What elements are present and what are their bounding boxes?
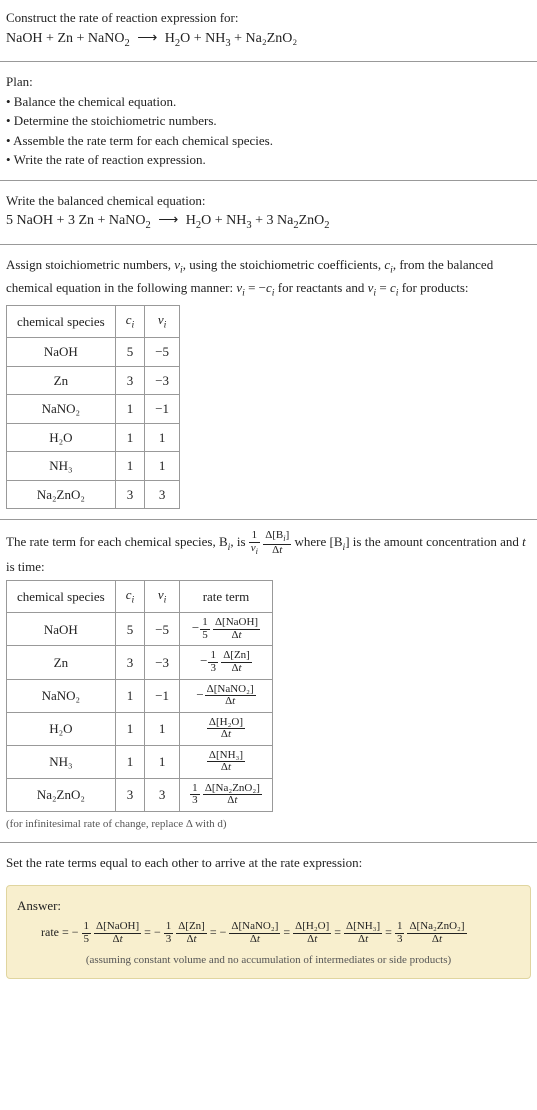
- plan-item: • Determine the stoichiometric numbers.: [6, 111, 531, 131]
- table-row: NaOH5−5−15 Δ[NaOH]Δt: [7, 613, 273, 646]
- cell-species: NH₃: [7, 745, 116, 778]
- cell-species: NaNO₂: [7, 679, 116, 712]
- table-row: NH₃11Δ[NH₃]Δt: [7, 745, 273, 778]
- table-row: H₂O11Δ[H₂O]Δt: [7, 712, 273, 745]
- frac-1-nu: 1νi: [249, 530, 260, 556]
- table-row: Na₂ZnO₂33: [7, 480, 180, 509]
- fraction: Δ[NaNO₂]Δt: [205, 684, 256, 708]
- stoich-intro: Assign stoichiometric numbers, νi, using…: [6, 255, 531, 301]
- stoich-table: chemical species ci νi NaOH5−5 Zn3−3 NaN…: [6, 305, 180, 509]
- table-header-row: chemical species ci νi: [7, 306, 180, 338]
- cell-vi: −1: [145, 679, 180, 712]
- fraction: Δ[Na₂ZnO₂]Δt: [203, 783, 262, 807]
- divider: [0, 244, 537, 245]
- table-row: NaNO₂1−1: [7, 395, 180, 424]
- fraction: Δ[NH₃]Δt: [344, 921, 382, 945]
- table-row: Zn3−3: [7, 366, 180, 395]
- col-ci: ci: [115, 306, 145, 338]
- cell-ci: 1: [115, 745, 145, 778]
- cell-ci: 1: [115, 679, 145, 712]
- divider: [0, 180, 537, 181]
- cell-species: H₂O: [7, 712, 116, 745]
- table-row: Zn3−3−13 Δ[Zn]Δt: [7, 646, 273, 679]
- plan-item: • Assemble the rate term for each chemic…: [6, 131, 531, 151]
- divider: [0, 61, 537, 62]
- cell-vi: 1: [145, 745, 180, 778]
- final-section: Set the rate terms equal to each other t…: [0, 845, 537, 881]
- fraction: Δ[Zn]Δt: [221, 650, 252, 674]
- arrow-icon: ⟶: [158, 210, 178, 231]
- table-row: NaOH5−5: [7, 338, 180, 367]
- plan-section: Plan: • Balance the chemical equation. •…: [0, 64, 537, 178]
- fraction: Δ[NaOH]Δt: [94, 921, 141, 945]
- fraction: 13: [190, 783, 200, 807]
- fraction: Δ[Na₂ZnO₂]Δt: [407, 921, 466, 945]
- fraction: 15: [82, 921, 92, 945]
- cell-vi: −3: [145, 646, 180, 679]
- answer-label: Answer:: [17, 896, 520, 916]
- cell-ci: 5: [115, 613, 145, 646]
- rate-intro: The rate term for each chemical species,…: [6, 530, 531, 576]
- fraction: Δ[NaOH]Δt: [213, 617, 260, 641]
- fraction: 13: [164, 921, 174, 945]
- cell-vi: 1: [145, 712, 180, 745]
- table-row: NH₃11: [7, 452, 180, 481]
- rate-expression: rate = − 15 Δ[NaOH]Δt = − 13 Δ[Zn]Δt = −…: [17, 921, 520, 945]
- balanced-section: Write the balanced chemical equation: 5 …: [0, 183, 537, 242]
- rate-section: The rate term for each chemical species,…: [0, 522, 537, 840]
- rate-table: chemical species ci νi rate term NaOH5−5…: [6, 580, 273, 812]
- col-vi: νi: [145, 306, 180, 338]
- cell-vi: 3: [145, 778, 180, 811]
- balanced-equation: 5 NaOH + 3 Zn + NaNO2 ⟶ H2O + NH3 + 3 Na…: [6, 210, 531, 234]
- eq-sub: 2: [124, 37, 129, 48]
- plan-title: Plan:: [6, 72, 531, 92]
- arrow-icon: ⟶: [137, 28, 157, 49]
- final-prompt: Set the rate terms equal to each other t…: [6, 853, 531, 873]
- plan-item: • Write the rate of reaction expression.: [6, 150, 531, 170]
- divider: [0, 842, 537, 843]
- eq-rhs: H2O + NH3 + Na₂ZnO₂: [165, 31, 298, 46]
- frac-dB-dt: Δ[Bi]Δt: [263, 530, 291, 556]
- answer-box: Answer: rate = − 15 Δ[NaOH]Δt = − 13 Δ[Z…: [6, 885, 531, 979]
- cell-rate-term: Δ[H₂O]Δt: [180, 712, 273, 745]
- cell-rate-term: −13 Δ[Zn]Δt: [180, 646, 273, 679]
- prompt-section: Construct the rate of reaction expressio…: [0, 0, 537, 59]
- cell-rate-term: −Δ[NaNO₂]Δt: [180, 679, 273, 712]
- unbalanced-equation: NaOH + Zn + NaNO2 ⟶ H2O + NH3 + Na₂ZnO₂: [6, 28, 531, 52]
- table-header-row: chemical species ci νi rate term: [7, 581, 273, 613]
- fraction: Δ[H₂O]Δt: [293, 921, 331, 945]
- cell-rate-term: 13 Δ[Na₂ZnO₂]Δt: [180, 778, 273, 811]
- stoich-section: Assign stoichiometric numbers, νi, using…: [0, 247, 537, 518]
- fraction: Δ[NH₃]Δt: [207, 750, 245, 774]
- eq-lhs: NaOH + Zn + NaNO: [6, 31, 124, 46]
- cell-vi: −5: [145, 613, 180, 646]
- cell-species: NaOH: [7, 613, 116, 646]
- col-species: chemical species: [7, 306, 116, 338]
- table-row: NaNO₂1−1−Δ[NaNO₂]Δt: [7, 679, 273, 712]
- table-row: H₂O11: [7, 423, 180, 452]
- fraction: Δ[NaNO₂]Δt: [229, 921, 280, 945]
- fraction: Δ[Zn]Δt: [176, 921, 207, 945]
- cell-ci: 1: [115, 712, 145, 745]
- fraction: Δ[H₂O]Δt: [207, 717, 245, 741]
- plan-item: • Balance the chemical equation.: [6, 92, 531, 112]
- balanced-title: Write the balanced chemical equation:: [6, 191, 531, 211]
- cell-species: Na₂ZnO₂: [7, 778, 116, 811]
- inf-note: (for infinitesimal rate of change, repla…: [6, 816, 531, 833]
- prompt-text: Construct the rate of reaction expressio…: [6, 8, 531, 28]
- cell-rate-term: −15 Δ[NaOH]Δt: [180, 613, 273, 646]
- fraction: 15: [200, 617, 210, 641]
- divider: [0, 519, 537, 520]
- cell-ci: 3: [115, 778, 145, 811]
- cell-species: Zn: [7, 646, 116, 679]
- cell-rate-term: Δ[NH₃]Δt: [180, 745, 273, 778]
- table-row: Na₂ZnO₂3313 Δ[Na₂ZnO₂]Δt: [7, 778, 273, 811]
- fraction: 13: [208, 650, 218, 674]
- cell-ci: 3: [115, 646, 145, 679]
- fraction: 13: [395, 921, 405, 945]
- answer-note: (assuming constant volume and no accumul…: [17, 952, 520, 969]
